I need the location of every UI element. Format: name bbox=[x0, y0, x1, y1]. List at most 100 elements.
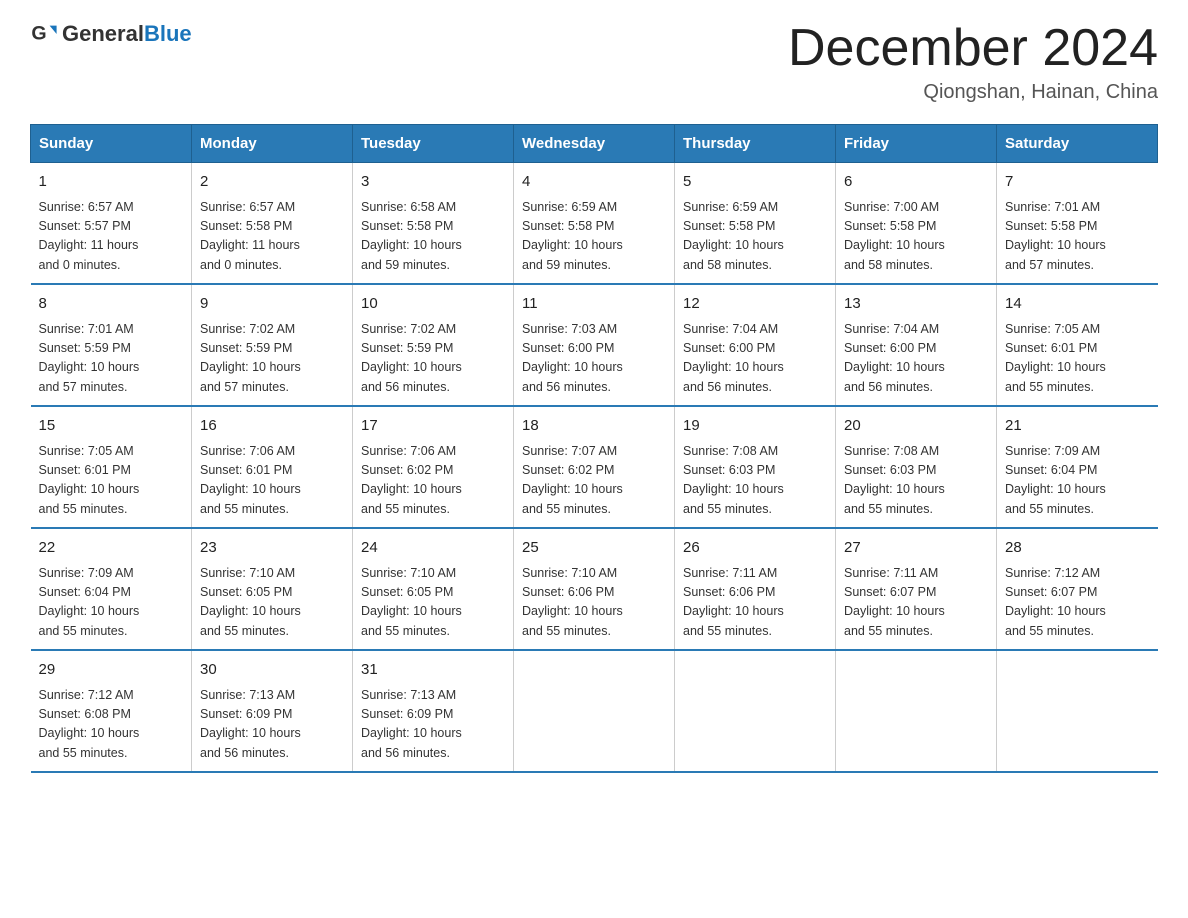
calendar-cell: 19 Sunrise: 7:08 AM Sunset: 6:03 PM Dayli… bbox=[675, 406, 836, 528]
day-number: 17 bbox=[361, 415, 505, 438]
day-info: Sunrise: 7:05 AM Sunset: 6:01 PM Dayligh… bbox=[39, 442, 184, 520]
calendar-cell: 2 Sunrise: 6:57 AM Sunset: 5:58 PM Daylig… bbox=[192, 163, 353, 285]
day-number: 2 bbox=[200, 171, 344, 194]
calendar-cell: 1Sunrise: 6:57 AM Sunset: 5:57 PM Daylig… bbox=[31, 163, 192, 285]
day-info: Sunrise: 7:06 AM Sunset: 6:01 PM Dayligh… bbox=[200, 442, 344, 520]
day-info: Sunrise: 6:59 AM Sunset: 5:58 PM Dayligh… bbox=[683, 198, 827, 276]
day-info: Sunrise: 7:08 AM Sunset: 6:03 PM Dayligh… bbox=[844, 442, 988, 520]
calendar-cell: 25 Sunrise: 7:10 AM Sunset: 6:06 PM Dayli… bbox=[514, 528, 675, 650]
calendar-cell: 12Sunrise: 7:04 AM Sunset: 6:00 PM Dayli… bbox=[675, 284, 836, 406]
week-row-5: 29 Sunrise: 7:12 AM Sunset: 6:08 PM Dayli… bbox=[31, 650, 1158, 772]
week-row-4: 22 Sunrise: 7:09 AM Sunset: 6:04 PM Dayli… bbox=[31, 528, 1158, 650]
day-info: Sunrise: 7:05 AM Sunset: 6:01 PM Dayligh… bbox=[1005, 320, 1150, 398]
calendar-cell: 8 Sunrise: 7:01 AM Sunset: 5:59 PM Daylig… bbox=[31, 284, 192, 406]
calendar-cell: 5 Sunrise: 6:59 AM Sunset: 5:58 PM Daylig… bbox=[675, 163, 836, 285]
day-info: Sunrise: 7:04 AM Sunset: 6:00 PM Dayligh… bbox=[844, 320, 988, 398]
day-number: 9 bbox=[200, 293, 344, 316]
day-number: 23 bbox=[200, 537, 344, 560]
day-info: Sunrise: 7:10 AM Sunset: 6:05 PM Dayligh… bbox=[361, 564, 505, 642]
calendar-cell bbox=[997, 650, 1158, 772]
calendar-cell: 30Sunrise: 7:13 AM Sunset: 6:09 PM Dayli… bbox=[192, 650, 353, 772]
day-info: Sunrise: 7:01 AM Sunset: 5:59 PM Dayligh… bbox=[39, 320, 184, 398]
header-row: SundayMondayTuesdayWednesdayThursdayFrid… bbox=[31, 125, 1158, 163]
calendar-cell bbox=[514, 650, 675, 772]
calendar-cell: 29 Sunrise: 7:12 AM Sunset: 6:08 PM Dayli… bbox=[31, 650, 192, 772]
calendar-cell: 3 Sunrise: 6:58 AM Sunset: 5:58 PM Daylig… bbox=[353, 163, 514, 285]
day-number: 8 bbox=[39, 293, 184, 316]
calendar-cell bbox=[675, 650, 836, 772]
calendar-cell: 20 Sunrise: 7:08 AM Sunset: 6:03 PM Dayli… bbox=[836, 406, 997, 528]
calendar-body: 1Sunrise: 6:57 AM Sunset: 5:57 PM Daylig… bbox=[31, 163, 1158, 773]
day-info: Sunrise: 7:01 AM Sunset: 5:58 PM Dayligh… bbox=[1005, 198, 1150, 276]
day-number: 3 bbox=[361, 171, 505, 194]
day-number: 25 bbox=[522, 537, 666, 560]
day-number: 18 bbox=[522, 415, 666, 438]
day-info: Sunrise: 6:58 AM Sunset: 5:58 PM Dayligh… bbox=[361, 198, 505, 276]
calendar-cell: 15Sunrise: 7:05 AM Sunset: 6:01 PM Dayli… bbox=[31, 406, 192, 528]
day-number: 29 bbox=[39, 659, 184, 682]
header-day-friday: Friday bbox=[836, 125, 997, 163]
day-info: Sunrise: 7:02 AM Sunset: 5:59 PM Dayligh… bbox=[200, 320, 344, 398]
header-day-thursday: Thursday bbox=[675, 125, 836, 163]
day-info: Sunrise: 7:08 AM Sunset: 6:03 PM Dayligh… bbox=[683, 442, 827, 520]
day-info: Sunrise: 7:11 AM Sunset: 6:06 PM Dayligh… bbox=[683, 564, 827, 642]
week-row-2: 8 Sunrise: 7:01 AM Sunset: 5:59 PM Daylig… bbox=[31, 284, 1158, 406]
calendar-cell: 16Sunrise: 7:06 AM Sunset: 6:01 PM Dayli… bbox=[192, 406, 353, 528]
calendar-cell: 28 Sunrise: 7:12 AM Sunset: 6:07 PM Dayli… bbox=[997, 528, 1158, 650]
page-header: G GeneralBlue December 2024 Qiongshan, H… bbox=[30, 20, 1158, 104]
day-number: 30 bbox=[200, 659, 344, 682]
title-area: December 2024 Qiongshan, Hainan, China bbox=[788, 20, 1158, 104]
week-row-3: 15Sunrise: 7:05 AM Sunset: 6:01 PM Dayli… bbox=[31, 406, 1158, 528]
day-info: Sunrise: 7:06 AM Sunset: 6:02 PM Dayligh… bbox=[361, 442, 505, 520]
calendar-cell: 21 Sunrise: 7:09 AM Sunset: 6:04 PM Dayli… bbox=[997, 406, 1158, 528]
calendar-cell: 6Sunrise: 7:00 AM Sunset: 5:58 PM Daylig… bbox=[836, 163, 997, 285]
day-info: Sunrise: 7:07 AM Sunset: 6:02 PM Dayligh… bbox=[522, 442, 666, 520]
calendar-cell: 17 Sunrise: 7:06 AM Sunset: 6:02 PM Dayli… bbox=[353, 406, 514, 528]
logo-icon: G bbox=[30, 20, 58, 48]
day-info: Sunrise: 7:09 AM Sunset: 6:04 PM Dayligh… bbox=[39, 564, 184, 642]
day-number: 7 bbox=[1005, 171, 1150, 194]
calendar-cell: 11 Sunrise: 7:03 AM Sunset: 6:00 PM Dayli… bbox=[514, 284, 675, 406]
calendar-cell: 27Sunrise: 7:11 AM Sunset: 6:07 PM Dayli… bbox=[836, 528, 997, 650]
day-info: Sunrise: 7:09 AM Sunset: 6:04 PM Dayligh… bbox=[1005, 442, 1150, 520]
calendar-cell: 14Sunrise: 7:05 AM Sunset: 6:01 PM Dayli… bbox=[997, 284, 1158, 406]
logo-general-text: General bbox=[62, 21, 144, 46]
day-info: Sunrise: 7:03 AM Sunset: 6:00 PM Dayligh… bbox=[522, 320, 666, 398]
day-number: 5 bbox=[683, 171, 827, 194]
month-title: December 2024 bbox=[788, 20, 1158, 77]
day-number: 26 bbox=[683, 537, 827, 560]
calendar-cell: 22 Sunrise: 7:09 AM Sunset: 6:04 PM Dayli… bbox=[31, 528, 192, 650]
logo: G GeneralBlue bbox=[30, 20, 192, 48]
day-info: Sunrise: 7:10 AM Sunset: 6:06 PM Dayligh… bbox=[522, 564, 666, 642]
calendar-cell: 26 Sunrise: 7:11 AM Sunset: 6:06 PM Dayli… bbox=[675, 528, 836, 650]
calendar-cell: 23 Sunrise: 7:10 AM Sunset: 6:05 PM Dayli… bbox=[192, 528, 353, 650]
day-info: Sunrise: 7:12 AM Sunset: 6:08 PM Dayligh… bbox=[39, 686, 184, 764]
day-info: Sunrise: 6:57 AM Sunset: 5:58 PM Dayligh… bbox=[200, 198, 344, 276]
calendar-cell: 13 Sunrise: 7:04 AM Sunset: 6:00 PM Dayli… bbox=[836, 284, 997, 406]
day-number: 13 bbox=[844, 293, 988, 316]
calendar-cell: 4Sunrise: 6:59 AM Sunset: 5:58 PM Daylig… bbox=[514, 163, 675, 285]
day-info: Sunrise: 7:13 AM Sunset: 6:09 PM Dayligh… bbox=[361, 686, 505, 764]
calendar-header: SundayMondayTuesdayWednesdayThursdayFrid… bbox=[31, 125, 1158, 163]
header-day-wednesday: Wednesday bbox=[514, 125, 675, 163]
calendar-cell bbox=[836, 650, 997, 772]
day-number: 20 bbox=[844, 415, 988, 438]
day-number: 11 bbox=[522, 293, 666, 316]
svg-text:G: G bbox=[31, 23, 46, 45]
header-day-tuesday: Tuesday bbox=[353, 125, 514, 163]
calendar-table: SundayMondayTuesdayWednesdayThursdayFrid… bbox=[30, 124, 1158, 773]
header-day-monday: Monday bbox=[192, 125, 353, 163]
day-number: 10 bbox=[361, 293, 505, 316]
day-number: 31 bbox=[361, 659, 505, 682]
header-day-saturday: Saturday bbox=[997, 125, 1158, 163]
day-number: 22 bbox=[39, 537, 184, 560]
day-number: 4 bbox=[522, 171, 666, 194]
location-text: Qiongshan, Hainan, China bbox=[788, 81, 1158, 104]
day-info: Sunrise: 7:12 AM Sunset: 6:07 PM Dayligh… bbox=[1005, 564, 1150, 642]
day-info: Sunrise: 7:10 AM Sunset: 6:05 PM Dayligh… bbox=[200, 564, 344, 642]
header-day-sunday: Sunday bbox=[31, 125, 192, 163]
calendar-cell: 31 Sunrise: 7:13 AM Sunset: 6:09 PM Dayli… bbox=[353, 650, 514, 772]
day-number: 21 bbox=[1005, 415, 1150, 438]
day-number: 28 bbox=[1005, 537, 1150, 560]
day-number: 19 bbox=[683, 415, 827, 438]
